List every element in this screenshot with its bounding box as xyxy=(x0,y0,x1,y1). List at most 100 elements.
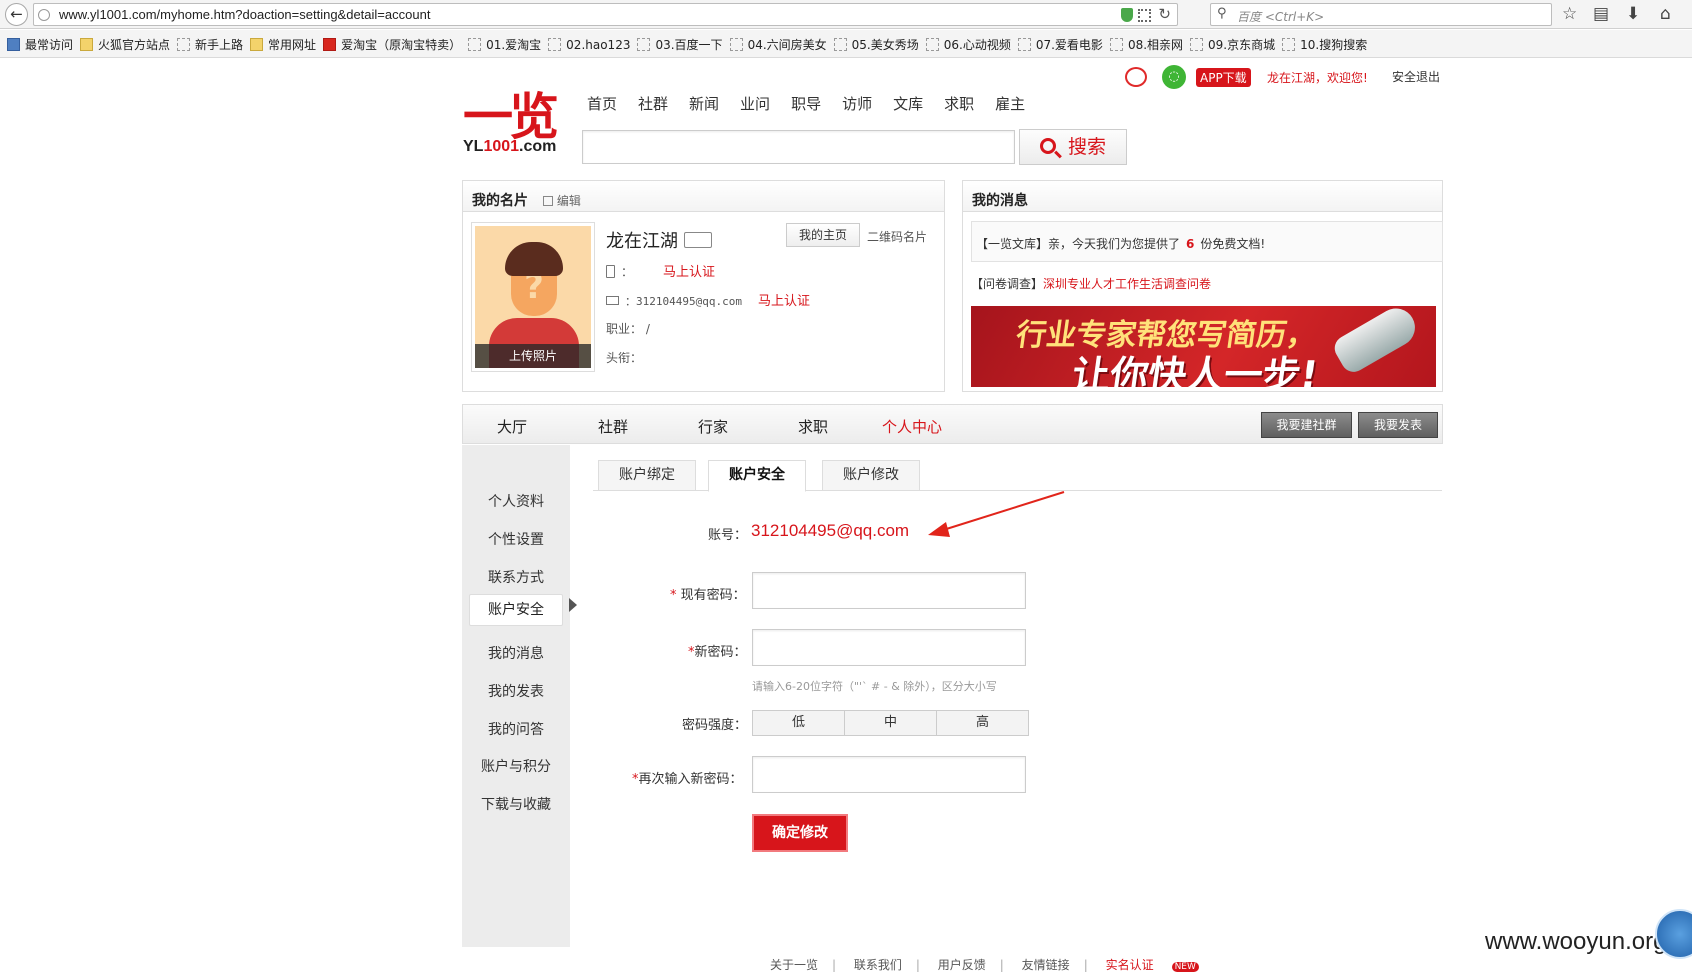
phone-verify-link[interactable]: 马上认证 xyxy=(663,265,715,280)
sidebar-item-posts[interactable]: 我的发表 xyxy=(462,681,570,701)
footer-sep: | xyxy=(832,958,837,972)
main-nav-item[interactable]: 文库 xyxy=(893,93,923,114)
main-nav-item[interactable]: 新闻 xyxy=(689,93,719,114)
create-group-button[interactable]: 我要建社群 xyxy=(1261,412,1352,438)
site-search-input[interactable] xyxy=(582,130,1015,164)
bookmark-icon xyxy=(637,38,651,51)
main-nav-item[interactable]: 访师 xyxy=(842,93,872,114)
bookmark-item[interactable]: 06.心动视频 xyxy=(925,36,1011,53)
current-password-input[interactable] xyxy=(752,572,1026,609)
main-nav-item[interactable]: 求职 xyxy=(944,93,974,114)
avatar-hair xyxy=(505,242,563,276)
upload-photo-button[interactable]: 上传照片 xyxy=(475,344,591,368)
sidebar-item-qa[interactable]: 我的问答 xyxy=(462,719,570,739)
tab-groups[interactable]: 社群 xyxy=(598,416,628,437)
back-icon[interactable]: ← xyxy=(5,3,28,26)
sidebar-item-downloads[interactable]: 下载与收藏 xyxy=(462,794,570,814)
tab-jobs[interactable]: 求职 xyxy=(798,416,828,437)
mail-icon xyxy=(606,296,619,305)
tab-experts[interactable]: 行家 xyxy=(698,416,728,437)
ad-banner[interactable]: 行业专家帮您写简历， 让你快人一步! xyxy=(971,306,1436,387)
bookmark-item[interactable]: 火狐官方站点 xyxy=(80,36,170,53)
my-homepage-button[interactable]: 我的主页 xyxy=(786,223,860,247)
home-icon[interactable]: ⌂ xyxy=(1660,4,1671,24)
message-item[interactable]: 【一览文库】亲，今天我们为您提供了 6 份免费文档! xyxy=(971,221,1443,262)
bookmark-item[interactable]: 04.六间房美女 xyxy=(729,36,827,53)
download-icon[interactable]: ⬇ xyxy=(1626,4,1640,24)
main-nav: 首页 社群 新闻 业问 职导 访师 文库 求职 雇主 xyxy=(587,93,1046,114)
reading-list-icon[interactable]: ▤ xyxy=(1593,4,1609,24)
main-nav-item[interactable]: 首页 xyxy=(587,93,617,114)
qr-card-link[interactable]: 二维码名片 xyxy=(867,228,927,245)
bookmark-item[interactable]: 02.hao123 xyxy=(548,38,630,52)
bookmark-item[interactable]: 爱淘宝（原淘宝特卖） xyxy=(323,36,461,53)
message-text-suffix: 份免费文档! xyxy=(1200,237,1266,251)
sidebar-item-contact[interactable]: 联系方式 xyxy=(462,567,570,587)
bookmark-item[interactable]: 05.美女秀场 xyxy=(833,36,919,53)
logo-suffix: .com xyxy=(519,138,557,155)
search-button-label: 搜索 xyxy=(1067,136,1106,158)
search-icon: ⚲ xyxy=(1217,6,1227,21)
tab-hall[interactable]: 大厅 xyxy=(497,416,527,437)
sidebar-item-points[interactable]: 账户与积分 xyxy=(462,756,570,776)
main-nav-item[interactable]: 职导 xyxy=(791,93,821,114)
sidebar-item-account-security[interactable]: 账户安全 xyxy=(469,594,563,626)
bookmark-label: 01.爱淘宝 xyxy=(486,38,542,52)
bookmark-label: 03.百度一下 xyxy=(655,38,723,52)
bookmark-item[interactable]: 10.搜狗搜索 xyxy=(1282,36,1367,53)
browser-search-field[interactable]: ⚲ 百度 <Ctrl+K> xyxy=(1210,3,1552,26)
survey-link[interactable]: 深圳专业人才工作生活调查问卷 xyxy=(1043,277,1211,291)
wechat-icon[interactable]: ◌ xyxy=(1162,65,1186,89)
qr-code-icon[interactable] xyxy=(1138,9,1151,22)
my-card-title: 我的名片 xyxy=(472,193,528,209)
subtab-account-modify[interactable]: 账户修改 xyxy=(822,460,920,491)
main-nav-item[interactable]: 社群 xyxy=(638,93,668,114)
bookmark-item[interactable]: 03.百度一下 xyxy=(637,36,723,53)
site-search-button[interactable]: 搜索 xyxy=(1019,129,1127,165)
bookmark-item[interactable]: 最常访问 xyxy=(7,36,73,53)
welcome-text[interactable]: 龙在江湖，欢迎您! xyxy=(1267,69,1368,86)
bookmark-item[interactable]: 07.爱看电影 xyxy=(1017,36,1103,53)
footer-feedback[interactable]: 用户反馈 xyxy=(938,958,986,972)
app-download-button[interactable]: APP下载 xyxy=(1196,68,1251,87)
bookmark-item[interactable]: 08.相亲网 xyxy=(1109,36,1183,53)
publish-button[interactable]: 我要发表 xyxy=(1358,412,1438,438)
bookmark-item[interactable]: 01.爱淘宝 xyxy=(468,36,541,53)
shield-icon[interactable] xyxy=(1121,8,1133,22)
bookmark-label: 04.六间房美女 xyxy=(747,38,827,52)
address-bar[interactable]: www.yl1001.com/myhome.htm?doaction=setti… xyxy=(33,3,1178,26)
confirm-change-button[interactable]: 确定修改 xyxy=(752,814,848,852)
current-password-label-text: 现有密码： xyxy=(680,588,746,603)
footer-links-item[interactable]: 友情链接 xyxy=(1022,958,1070,972)
reload-icon[interactable]: ↻ xyxy=(1158,5,1171,23)
address-text[interactable]: www.yl1001.com/myhome.htm?doaction=setti… xyxy=(59,7,430,22)
email-verify-link[interactable]: 马上认证 xyxy=(758,294,810,309)
main-nav-item[interactable]: 雇主 xyxy=(995,93,1025,114)
bookmark-icon xyxy=(177,38,191,51)
sidebar-item-personalize[interactable]: 个性设置 xyxy=(462,529,570,549)
tab-personal-center[interactable]: 个人中心 xyxy=(882,416,942,437)
new-password-input[interactable] xyxy=(752,629,1026,666)
subtab-account-binding[interactable]: 账户绑定 xyxy=(598,460,696,491)
bookmark-item[interactable]: 新手上路 xyxy=(177,36,243,53)
main-nav-item[interactable]: 业问 xyxy=(740,93,770,114)
star-icon[interactable]: ☆ xyxy=(1562,4,1577,24)
sidebar-item-profile[interactable]: 个人资料 xyxy=(462,491,570,511)
edit-card-link[interactable]: 编辑 xyxy=(542,194,581,208)
weibo-icon[interactable] xyxy=(1125,67,1147,87)
confirm-password-input[interactable] xyxy=(752,756,1026,793)
sidebar-item-messages[interactable]: 我的消息 xyxy=(462,643,570,663)
logout-link[interactable]: 安全退出 xyxy=(1392,68,1440,85)
bookmark-item[interactable]: 常用网址 xyxy=(250,36,316,53)
logo-mark: 一览 xyxy=(463,88,559,146)
my-messages-header: 我的消息 xyxy=(963,181,1442,212)
subtab-account-security[interactable]: 账户安全 xyxy=(708,460,806,492)
bookmark-item[interactable]: 09.京东商城 xyxy=(1190,36,1275,53)
email-row: ：312104495@qq.com 马上认证 xyxy=(606,290,810,309)
site-logo[interactable]: 一览 YL1001.com xyxy=(463,88,560,155)
avatar[interactable]: ? 上传照片 xyxy=(471,222,595,372)
footer-about[interactable]: 关于一览 xyxy=(770,958,818,972)
footer-contact[interactable]: 联系我们 xyxy=(854,958,902,972)
footer-realname[interactable]: 实名认证 xyxy=(1106,958,1154,972)
bookmark-icon xyxy=(925,38,939,51)
